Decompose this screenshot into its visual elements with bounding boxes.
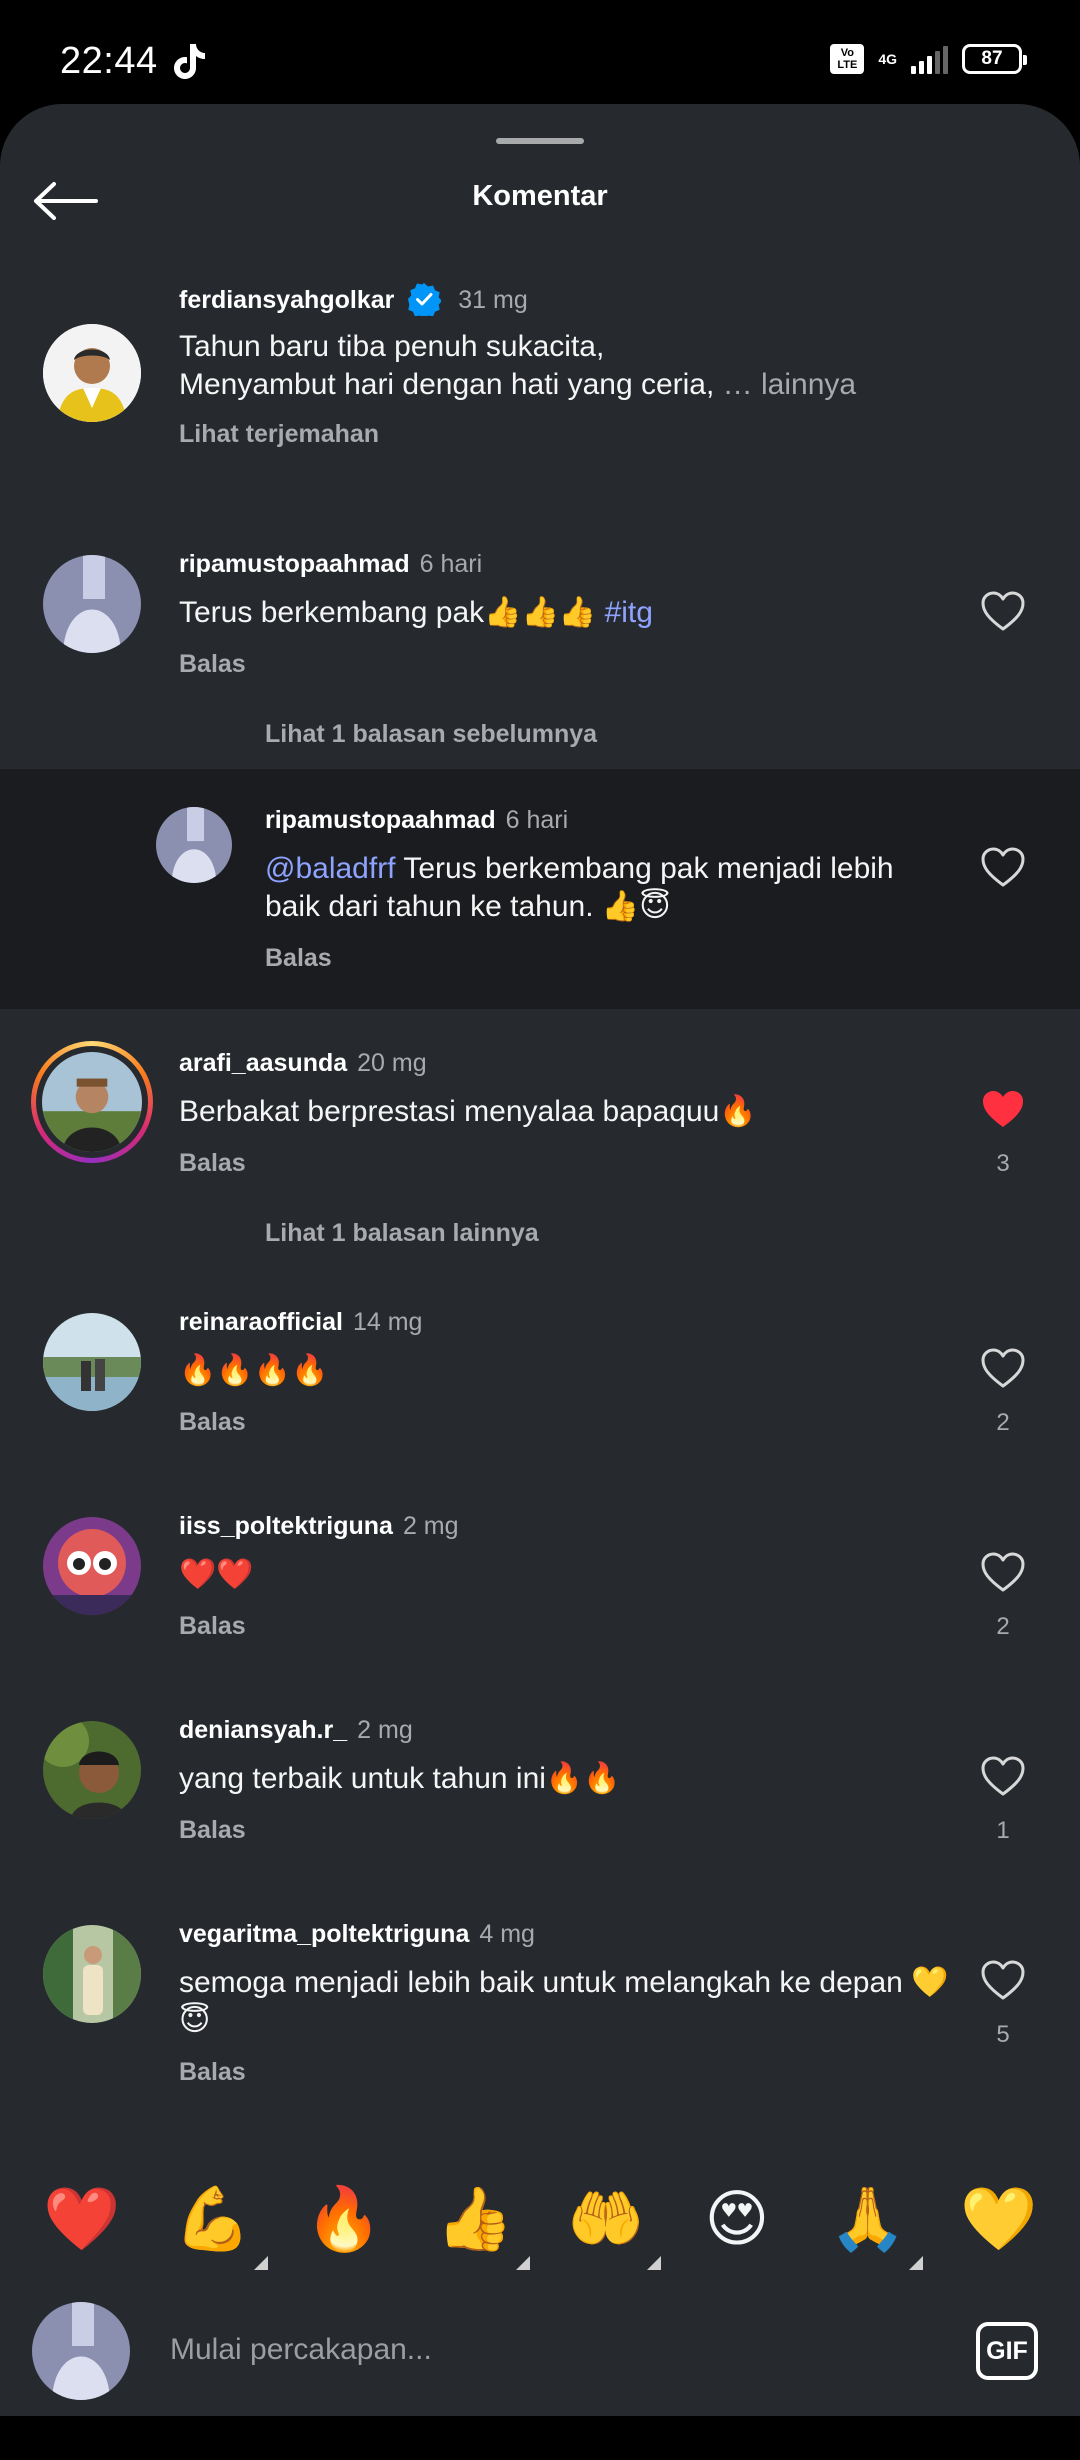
comment-text: semoga menjadi lebih baik untuk melangka… <box>179 1966 949 2037</box>
emoji-fire[interactable]: 🔥 <box>299 2174 389 2264</box>
timestamp: 2 mg <box>402 1512 459 1540</box>
emoji-pray[interactable]: 🙏 <box>823 2174 923 2270</box>
heart-outline-icon <box>981 591 1025 631</box>
avatar[interactable] <box>43 1721 141 1819</box>
username[interactable]: deniansyah.r_ <box>179 1716 347 1744</box>
username[interactable]: vegaritma_poltektriguna <box>179 1920 469 1948</box>
tiktok-icon <box>174 44 205 79</box>
like-count: 5 <box>996 2021 1010 2048</box>
translate-link[interactable]: Lihat terjemahan <box>179 420 379 449</box>
username[interactable]: ripamustopaahmad <box>179 550 410 578</box>
heart-outline-icon <box>981 1348 1025 1388</box>
like-button[interactable] <box>973 1950 1033 2010</box>
like-count: 2 <box>996 1613 1010 1640</box>
caption-text: Tahun baru tiba penuh sukacita, Menyambu… <box>179 330 857 401</box>
like-button[interactable] <box>973 581 1033 641</box>
avatar[interactable] <box>43 324 141 422</box>
timestamp: 4 mg <box>479 1920 535 1948</box>
more-link[interactable]: … lainnya <box>723 368 856 401</box>
gif-button[interactable]: GIF <box>976 2322 1038 2380</box>
timestamp: 14 mg <box>352 1308 423 1336</box>
heart-outline-icon <box>981 1756 1025 1796</box>
avatar[interactable] <box>42 1052 142 1152</box>
status-bar: 22:44 Vo LTE 4G 87 <box>0 0 1080 104</box>
avatar[interactable] <box>156 807 232 883</box>
timestamp: 6 hari <box>505 806 569 834</box>
timestamp: 31 mg <box>458 286 528 314</box>
username[interactable]: arafi_aasunda <box>179 1049 347 1077</box>
volte-icon: Vo LTE <box>830 44 865 74</box>
timestamp: 6 hari <box>419 550 483 578</box>
hashtag-link[interactable]: #itg <box>605 596 653 629</box>
emoji-thumbs-up[interactable]: 👍 <box>430 2174 530 2270</box>
emoji-palms-up[interactable]: 🤲 <box>561 2174 661 2270</box>
heart-outline-icon <box>981 1960 1025 2000</box>
clock: 22:44 <box>60 40 158 82</box>
comment-text: Berbakat berprestasi menyalaa bapaquu🔥 <box>179 1095 757 1128</box>
reply-button[interactable]: Balas <box>179 1408 246 1437</box>
comment-text: ❤️❤️ <box>179 1558 254 1591</box>
quick-reaction-bar: ❤️ 💪 🔥 👍 🤲 😍 🙏 💛 <box>0 2174 1080 2284</box>
mention-link[interactable]: @baladfrf <box>265 852 396 885</box>
drag-handle[interactable] <box>496 138 584 144</box>
reply-button[interactable]: Balas <box>265 944 332 973</box>
signal-icon <box>911 44 948 74</box>
comment-text: yang terbaik untuk tahun ini🔥🔥 <box>179 1762 621 1795</box>
comment-text: Terus berkembang pak👍👍👍 #itg <box>179 596 653 629</box>
emoji-heart-eyes[interactable]: 😍 <box>692 2174 782 2264</box>
network-type: 4G <box>878 51 897 67</box>
heart-filled-icon <box>983 1091 1023 1127</box>
timestamp: 2 mg <box>357 1716 413 1744</box>
emoji-muscle[interactable]: 💪 <box>168 2174 268 2270</box>
avatar[interactable] <box>43 1517 141 1615</box>
timestamp: 20 mg <box>357 1049 427 1077</box>
like-button[interactable] <box>973 837 1033 897</box>
like-button[interactable] <box>973 1079 1033 1139</box>
system-nav-bar <box>0 2416 1080 2460</box>
avatar[interactable] <box>43 1925 141 2023</box>
avatar[interactable] <box>43 1313 141 1411</box>
view-previous-replies[interactable]: Lihat 1 balasan sebelumnya <box>265 720 597 749</box>
username[interactable]: ripamustopaahmad <box>265 806 496 834</box>
comments-sheet: Komentar ferdiansyahgolkar 31 mg Tahun b… <box>0 104 1080 2416</box>
like-button[interactable] <box>973 1542 1033 1602</box>
heart-outline-icon <box>981 847 1025 887</box>
view-more-replies[interactable]: Lihat 1 balasan lainnya <box>265 1219 539 1248</box>
like-count: 3 <box>996 1150 1010 1177</box>
username[interactable]: ferdiansyahgolkar <box>179 286 394 314</box>
comment-composer: GIF <box>0 2280 1080 2412</box>
avatar[interactable] <box>43 555 141 653</box>
like-count: 1 <box>996 1817 1010 1844</box>
reply-button[interactable]: Balas <box>179 2058 246 2087</box>
like-count: 2 <box>996 1409 1010 1436</box>
like-button[interactable] <box>973 1746 1033 1806</box>
username[interactable]: reinaraofficial <box>179 1308 343 1336</box>
username[interactable]: iiss_poltektriguna <box>179 1512 393 1540</box>
heart-outline-icon <box>981 1552 1025 1592</box>
comment-input[interactable] <box>170 2322 930 2378</box>
reply-button[interactable]: Balas <box>179 1612 246 1641</box>
comment-text: 🔥🔥🔥🔥 <box>179 1354 329 1387</box>
reply-button[interactable]: Balas <box>179 1816 246 1845</box>
reply-button[interactable]: Balas <box>179 1149 246 1178</box>
battery-icon: 87 <box>962 44 1027 74</box>
emoji-heart[interactable]: ❤️ <box>37 2174 127 2264</box>
page-title: Komentar <box>472 180 608 212</box>
verified-badge-icon <box>408 283 443 319</box>
like-button[interactable] <box>973 1338 1033 1398</box>
comment-text: @baladfrf Terus berkembang pak menjadi l… <box>265 852 894 923</box>
reply-button[interactable]: Balas <box>179 650 246 679</box>
emoji-yellow-heart[interactable]: 💛 <box>954 2174 1044 2264</box>
current-user-avatar <box>32 2302 130 2400</box>
